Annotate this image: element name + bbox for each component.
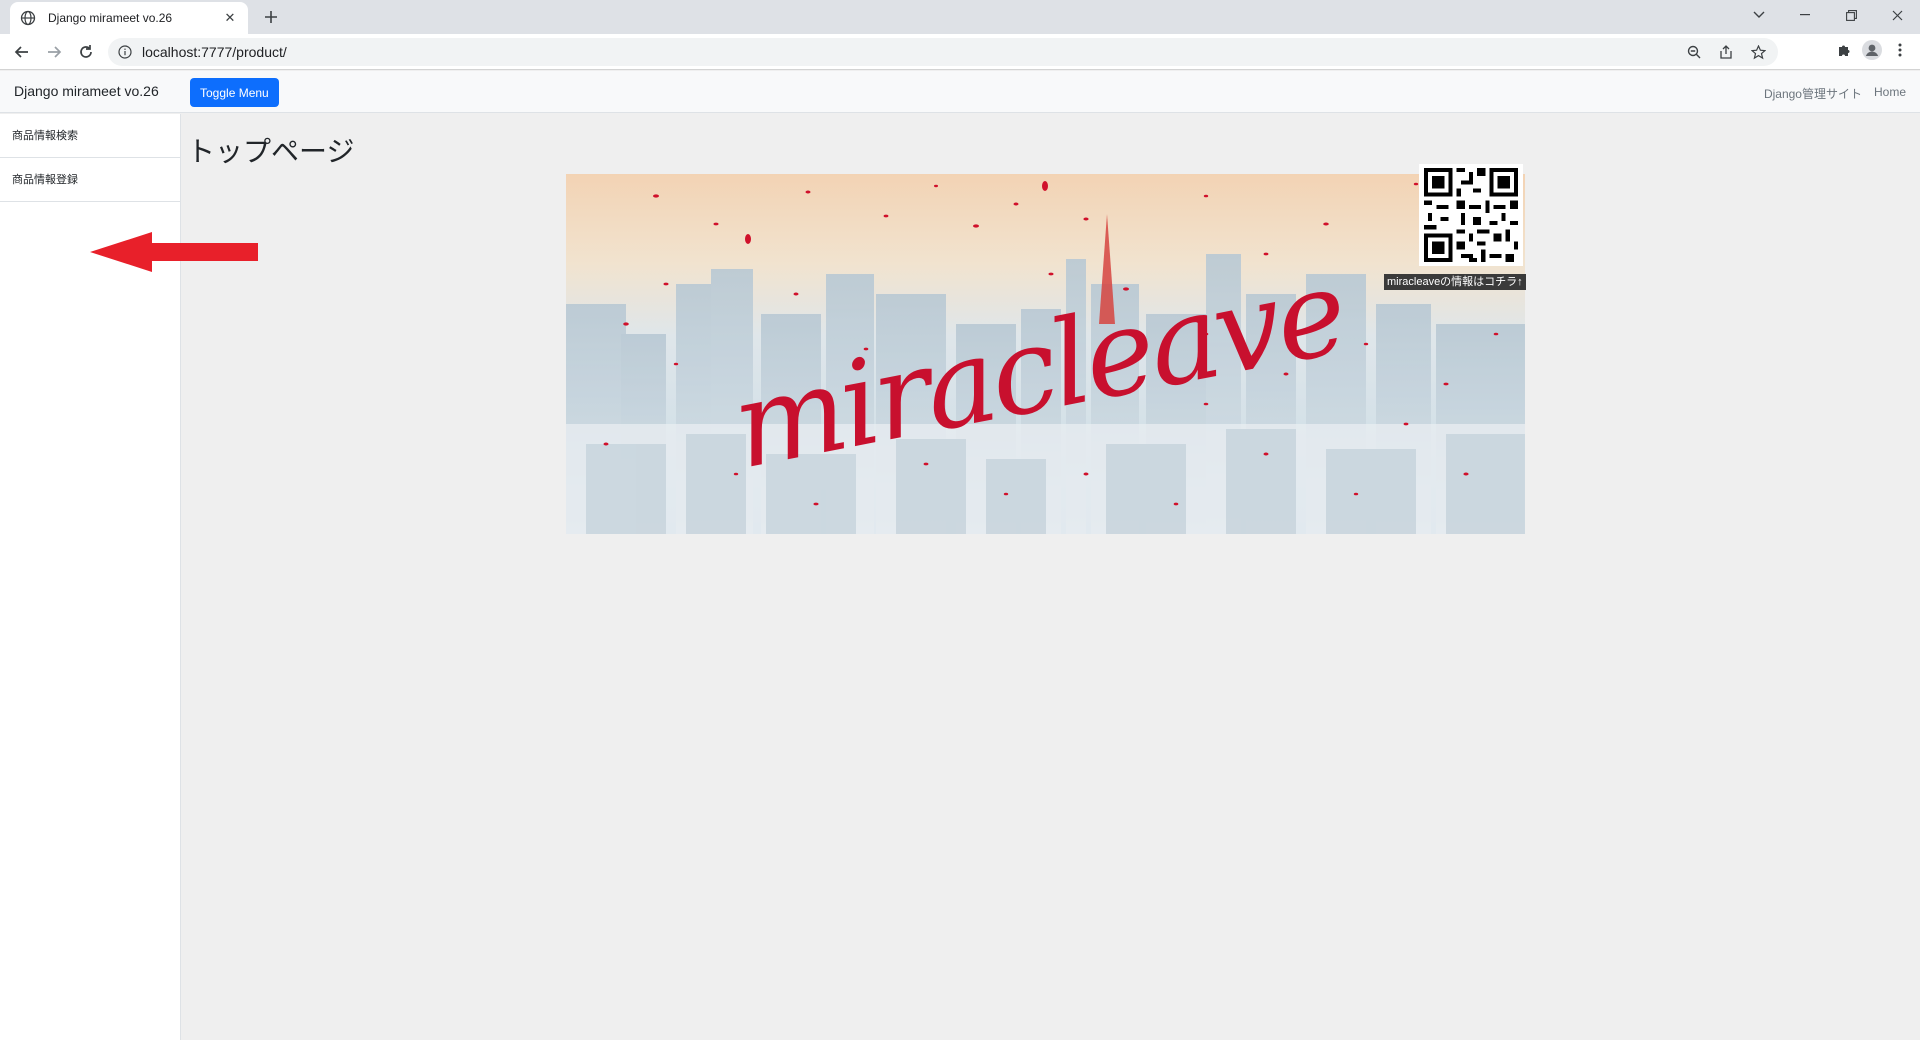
share-icon[interactable]: [1716, 42, 1736, 62]
back-icon[interactable]: [10, 40, 34, 64]
extensions-icon[interactable]: [1834, 40, 1854, 60]
main-content: トップページ miracleave miracleaveの情報はコチラ↑: [181, 114, 1920, 1040]
reload-icon[interactable]: [74, 40, 98, 64]
qr-caption: miracleaveの情報はコチラ↑: [1384, 274, 1526, 290]
qr-code[interactable]: [1419, 164, 1523, 266]
profile-avatar-icon[interactable]: [1862, 40, 1882, 60]
page-title: トップページ: [187, 136, 355, 167]
close-window-icon[interactable]: [1874, 0, 1920, 30]
globe-icon: [20, 10, 36, 26]
web-page: Django mirameet vo.26 Toggle Menu Django…: [0, 71, 1920, 1040]
browser-tabstrip: Django mirameet vo.26 ✕: [0, 0, 1920, 34]
tab-search-icon[interactable]: [1736, 0, 1782, 30]
browser-toolbar: localhost:7777/product/: [0, 34, 1920, 70]
browser-menu-icon[interactable]: [1890, 40, 1910, 60]
top-navbar: Django mirameet vo.26 Toggle Menu Django…: [0, 71, 1920, 113]
hero-banner: miracleave: [566, 174, 1525, 534]
nav-link-home[interactable]: Home: [1874, 85, 1906, 102]
nav-link-django-admin[interactable]: Django管理サイト: [1764, 85, 1862, 102]
navbar-links: Django管理サイト Home: [1764, 85, 1906, 102]
close-tab-icon[interactable]: ✕: [222, 10, 238, 26]
new-tab-icon[interactable]: [260, 6, 282, 28]
url-text: localhost:7777/product/: [142, 44, 287, 60]
bookmark-star-icon[interactable]: [1748, 42, 1768, 62]
info-icon[interactable]: [118, 45, 132, 59]
restore-icon[interactable]: [1828, 0, 1874, 30]
tab-title: Django mirameet vo.26: [48, 11, 173, 25]
forward-icon[interactable]: [42, 40, 66, 64]
sidebar-item-product-search[interactable]: 商品情報検索: [0, 114, 180, 158]
toggle-menu-button[interactable]: Toggle Menu: [190, 78, 279, 107]
address-bar[interactable]: localhost:7777/product/: [108, 38, 1778, 66]
sidebar-item-product-register[interactable]: 商品情報登録: [0, 158, 180, 202]
browser-tab[interactable]: Django mirameet vo.26 ✕: [10, 2, 248, 34]
minimize-icon[interactable]: [1782, 0, 1828, 30]
zoom-icon[interactable]: [1684, 42, 1704, 62]
navbar-brand[interactable]: Django mirameet vo.26: [14, 83, 159, 99]
